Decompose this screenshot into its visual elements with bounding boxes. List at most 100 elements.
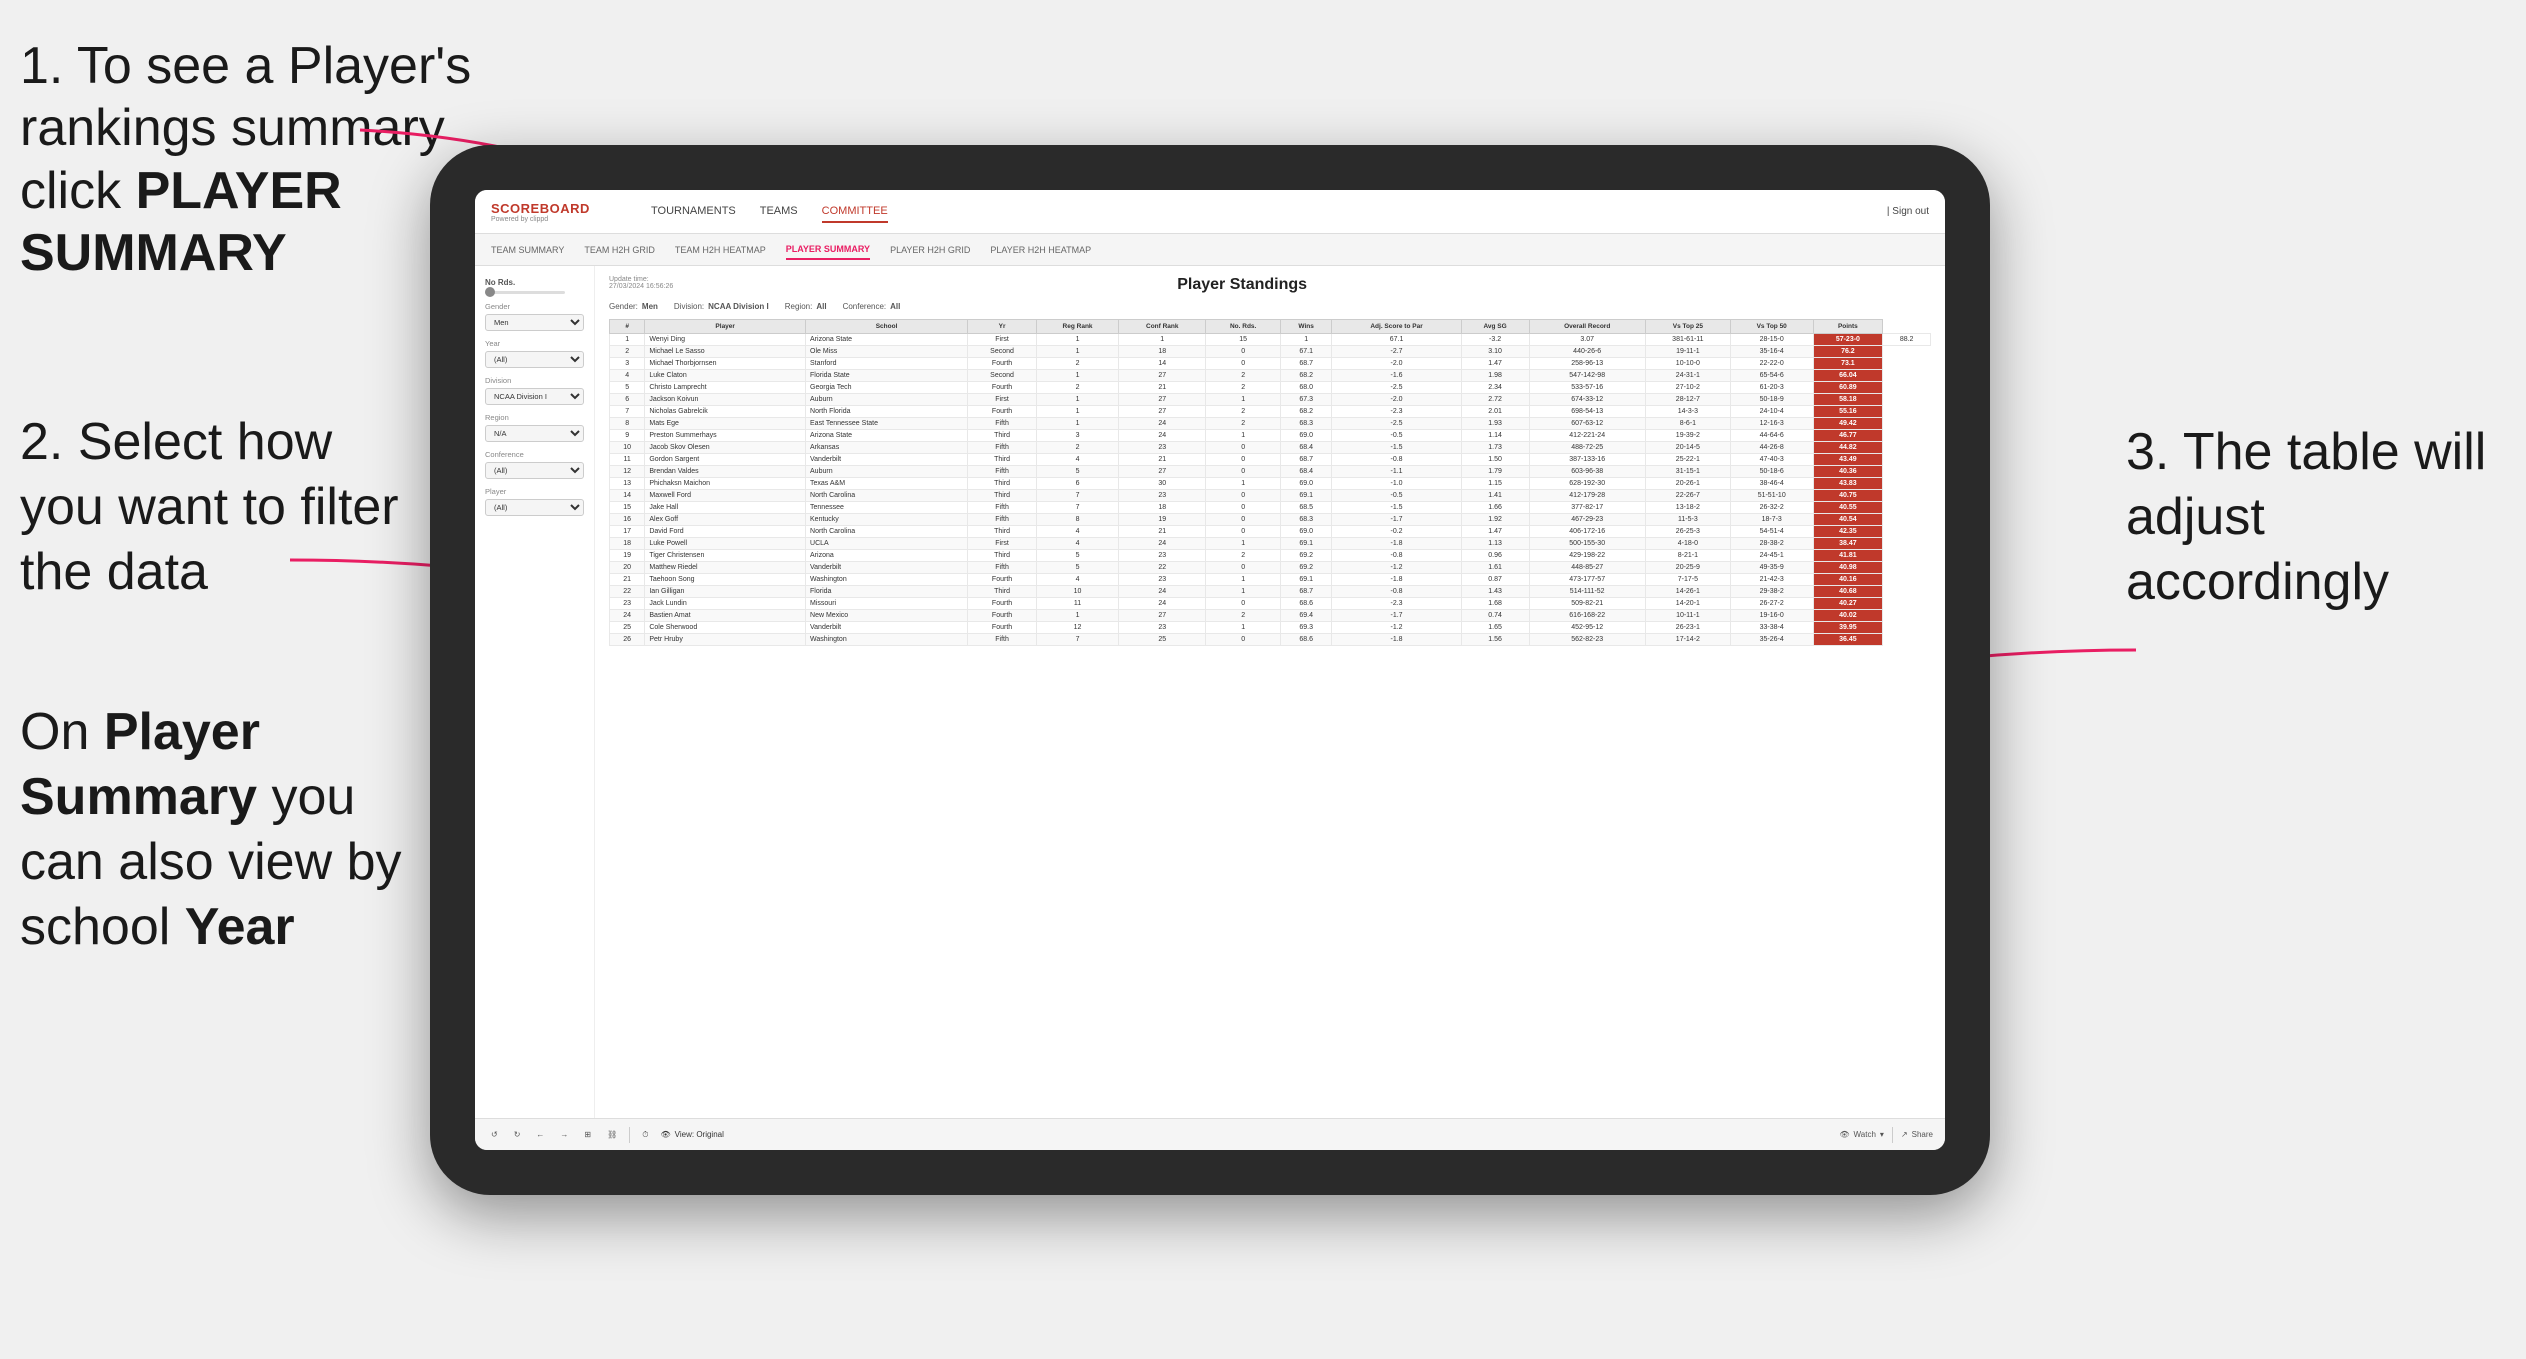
- table-row[interactable]: 14Maxwell FordNorth CarolinaThird723069.…: [610, 490, 1931, 502]
- sub-nav-team-h2h-heatmap[interactable]: TEAM H2H HEATMAP: [675, 241, 766, 259]
- chain-btn[interactable]: ⛓: [603, 1128, 621, 1141]
- sub-nav-team-summary[interactable]: TEAM SUMMARY: [491, 241, 564, 259]
- division-select[interactable]: NCAA Division I: [485, 388, 584, 405]
- sidebar: No Rds. Gender Men Year (All) Division N…: [475, 266, 595, 1118]
- table-row[interactable]: 13Phichaksn MaichonTexas A&MThird630169.…: [610, 478, 1931, 490]
- sub-nav: TEAM SUMMARY TEAM H2H GRID TEAM H2H HEAT…: [475, 234, 1945, 266]
- nav-sign-out[interactable]: | Sign out: [1887, 206, 1929, 217]
- export-label: Share: [1912, 1130, 1933, 1139]
- table-row[interactable]: 15Jake HallTennesseeFifth718068.5-1.51.6…: [610, 502, 1931, 514]
- export-action[interactable]: ↗ Share: [1901, 1130, 1933, 1139]
- gender-filter: Gender: Men: [609, 302, 658, 311]
- table-row[interactable]: 25Cole SherwoodVanderbiltFourth1223169.3…: [610, 622, 1931, 634]
- col-conf-rank: Conf Rank: [1119, 320, 1206, 334]
- toolbar-view[interactable]: 👁 View: Original: [661, 1130, 724, 1139]
- redo-btn[interactable]: ↻: [510, 1128, 525, 1141]
- instruction-step2: 2. Select how you want to filter the dat…: [20, 410, 400, 605]
- table-row[interactable]: 16Alex GoffKentuckyFifth819068.3-1.71.92…: [610, 514, 1931, 526]
- instruction-step3: 3. The table will adjust accordingly: [2126, 420, 2506, 615]
- sub-nav-player-summary[interactable]: PLAYER SUMMARY: [786, 240, 870, 260]
- col-overall-record: Overall Record: [1529, 320, 1645, 334]
- watch-action[interactable]: 👁 Watch ▾: [1839, 1130, 1884, 1139]
- region-filter-label: Region:: [785, 302, 813, 311]
- col-school: School: [806, 320, 968, 334]
- table-row[interactable]: 4Luke ClatonFlorida StateSecond127268.2-…: [610, 370, 1931, 382]
- forward-btn[interactable]: →: [556, 1128, 572, 1141]
- year-select[interactable]: (All): [485, 351, 584, 368]
- table-row[interactable]: 3Michael ThorbjornsenStanfordFourth21406…: [610, 358, 1931, 370]
- conference-filter: Conference: All: [843, 302, 901, 311]
- sub-nav-player-h2h-grid[interactable]: PLAYER H2H GRID: [890, 241, 970, 259]
- table-row[interactable]: 2Michael Le SassoOle MissSecond118067.1-…: [610, 346, 1931, 358]
- slider-track[interactable]: [485, 291, 565, 294]
- toolbar-sep2: [1892, 1127, 1893, 1143]
- region-filter-value: All: [816, 302, 826, 311]
- region-select[interactable]: N/A: [485, 425, 584, 442]
- table-row[interactable]: 11Gordon SargentVanderbiltThird421068.7-…: [610, 454, 1931, 466]
- table-row[interactable]: 1Wenyi DingArizona StateFirst1115167.1-3…: [610, 334, 1931, 346]
- clock-btn[interactable]: ⏱: [638, 1128, 652, 1142]
- table-row[interactable]: 24Bastien AmatNew MexicoFourth127269.4-1…: [610, 610, 1931, 622]
- conference-filter-value: All: [890, 302, 900, 311]
- table-row[interactable]: 8Mats EgeEast Tennessee StateFifth124268…: [610, 418, 1931, 430]
- division-filter-label: Division:: [674, 302, 704, 311]
- region-label: Region: [485, 413, 584, 422]
- table-row[interactable]: 22Ian GilliganFloridaThird1024168.7-0.81…: [610, 586, 1931, 598]
- col-wins: Wins: [1280, 320, 1332, 334]
- col-vs-top25: Vs Top 25: [1645, 320, 1730, 334]
- conference-select[interactable]: (All): [485, 462, 584, 479]
- nav-items: TOURNAMENTS TEAMS COMMITTEE: [651, 201, 1887, 223]
- player-standings-table: # Player School Yr Reg Rank Conf Rank No…: [609, 319, 1931, 646]
- table-row[interactable]: 18Luke PowellUCLAFirst424169.1-1.81.1350…: [610, 538, 1931, 550]
- back-btn[interactable]: ←: [532, 1128, 548, 1141]
- sub-nav-team-h2h-grid[interactable]: TEAM H2H GRID: [584, 241, 655, 259]
- table-row[interactable]: 23Jack LundinMissouriFourth1124068.6-2.3…: [610, 598, 1931, 610]
- nav-committee[interactable]: COMMITTEE: [822, 201, 888, 223]
- update-time-block: Update time: 27/03/2024 16:56:26: [609, 276, 673, 290]
- division-filter: Division: NCAA Division I: [674, 302, 769, 311]
- slider-container[interactable]: [485, 291, 584, 294]
- instruction-bottom-text: On: [20, 703, 104, 761]
- table-row[interactable]: 21Taehoon SongWashingtonFourth423169.1-1…: [610, 574, 1931, 586]
- table-row[interactable]: 20Matthew RiedelVanderbiltFifth522069.2-…: [610, 562, 1931, 574]
- table-area: Update time: 27/03/2024 16:56:26 Player …: [595, 266, 1945, 1118]
- logo-area: SCOREBOARD Powered by clippd: [491, 201, 651, 223]
- sub-nav-player-h2h-heatmap[interactable]: PLAYER H2H HEATMAP: [990, 241, 1091, 259]
- table-row[interactable]: 6Jackson KoivunAuburnFirst127167.3-2.02.…: [610, 394, 1931, 406]
- table-row[interactable]: 19Tiger ChristensenArizonaThird523269.2-…: [610, 550, 1931, 562]
- table-row[interactable]: 26Petr HrubyWashingtonFifth725068.6-1.81…: [610, 634, 1931, 646]
- table-header-section: Update time: 27/03/2024 16:56:26 Player …: [609, 276, 1931, 294]
- gender-filter-value: Men: [642, 302, 658, 311]
- instruction-step2-text: 2. Select how you want to filter the dat…: [20, 413, 399, 601]
- instruction-bottom: On Player Summary you can also view by s…: [20, 700, 420, 960]
- col-no-rds: No. Rds.: [1206, 320, 1280, 334]
- gender-filter-label: Gender:: [609, 302, 638, 311]
- nav-tournaments[interactable]: TOURNAMENTS: [651, 201, 736, 223]
- player-label: Player: [485, 487, 584, 496]
- col-vs-top50: Vs Top 50: [1730, 320, 1813, 334]
- standings-title: Player Standings: [673, 276, 1811, 294]
- year-label: Year: [485, 339, 584, 348]
- no-rds-label: No Rds.: [485, 278, 584, 287]
- table-row[interactable]: 7Nicholas GabrelcikNorth FloridaFourth12…: [610, 406, 1931, 418]
- tablet-screen: SCOREBOARD Powered by clippd TOURNAMENTS…: [475, 190, 1945, 1150]
- top-nav: SCOREBOARD Powered by clippd TOURNAMENTS…: [475, 190, 1945, 234]
- nav-teams[interactable]: TEAMS: [760, 201, 798, 223]
- table-row[interactable]: 10Jacob Skov OlesenArkansasFifth223068.4…: [610, 442, 1931, 454]
- region-filter: Region: All: [785, 302, 827, 311]
- table-row[interactable]: 9Preston SummerhaysArizona StateThird324…: [610, 430, 1931, 442]
- grid-btn[interactable]: ⊞: [580, 1128, 595, 1141]
- table-row[interactable]: 5Christo LamprechtGeorgia TechFourth2212…: [610, 382, 1931, 394]
- table-row[interactable]: 17David FordNorth CarolinaThird421069.0-…: [610, 526, 1931, 538]
- undo-btn[interactable]: ↺: [487, 1128, 502, 1141]
- col-yr: Yr: [968, 320, 1037, 334]
- bottom-toolbar: ↺ ↻ ← → ⊞ ⛓ ⏱ 👁 View: Original 👁 Watch ▾…: [475, 1118, 1945, 1150]
- eye-icon: 👁: [661, 1130, 671, 1139]
- table-row[interactable]: 12Brendan ValdesAuburnFifth527068.4-1.11…: [610, 466, 1931, 478]
- gender-select[interactable]: Men: [485, 314, 584, 331]
- col-avg-sg: Avg SG: [1461, 320, 1529, 334]
- slider-thumb[interactable]: [485, 287, 495, 297]
- col-player: Player: [645, 320, 806, 334]
- conference-filter-label: Conference:: [843, 302, 887, 311]
- player-select[interactable]: (All): [485, 499, 584, 516]
